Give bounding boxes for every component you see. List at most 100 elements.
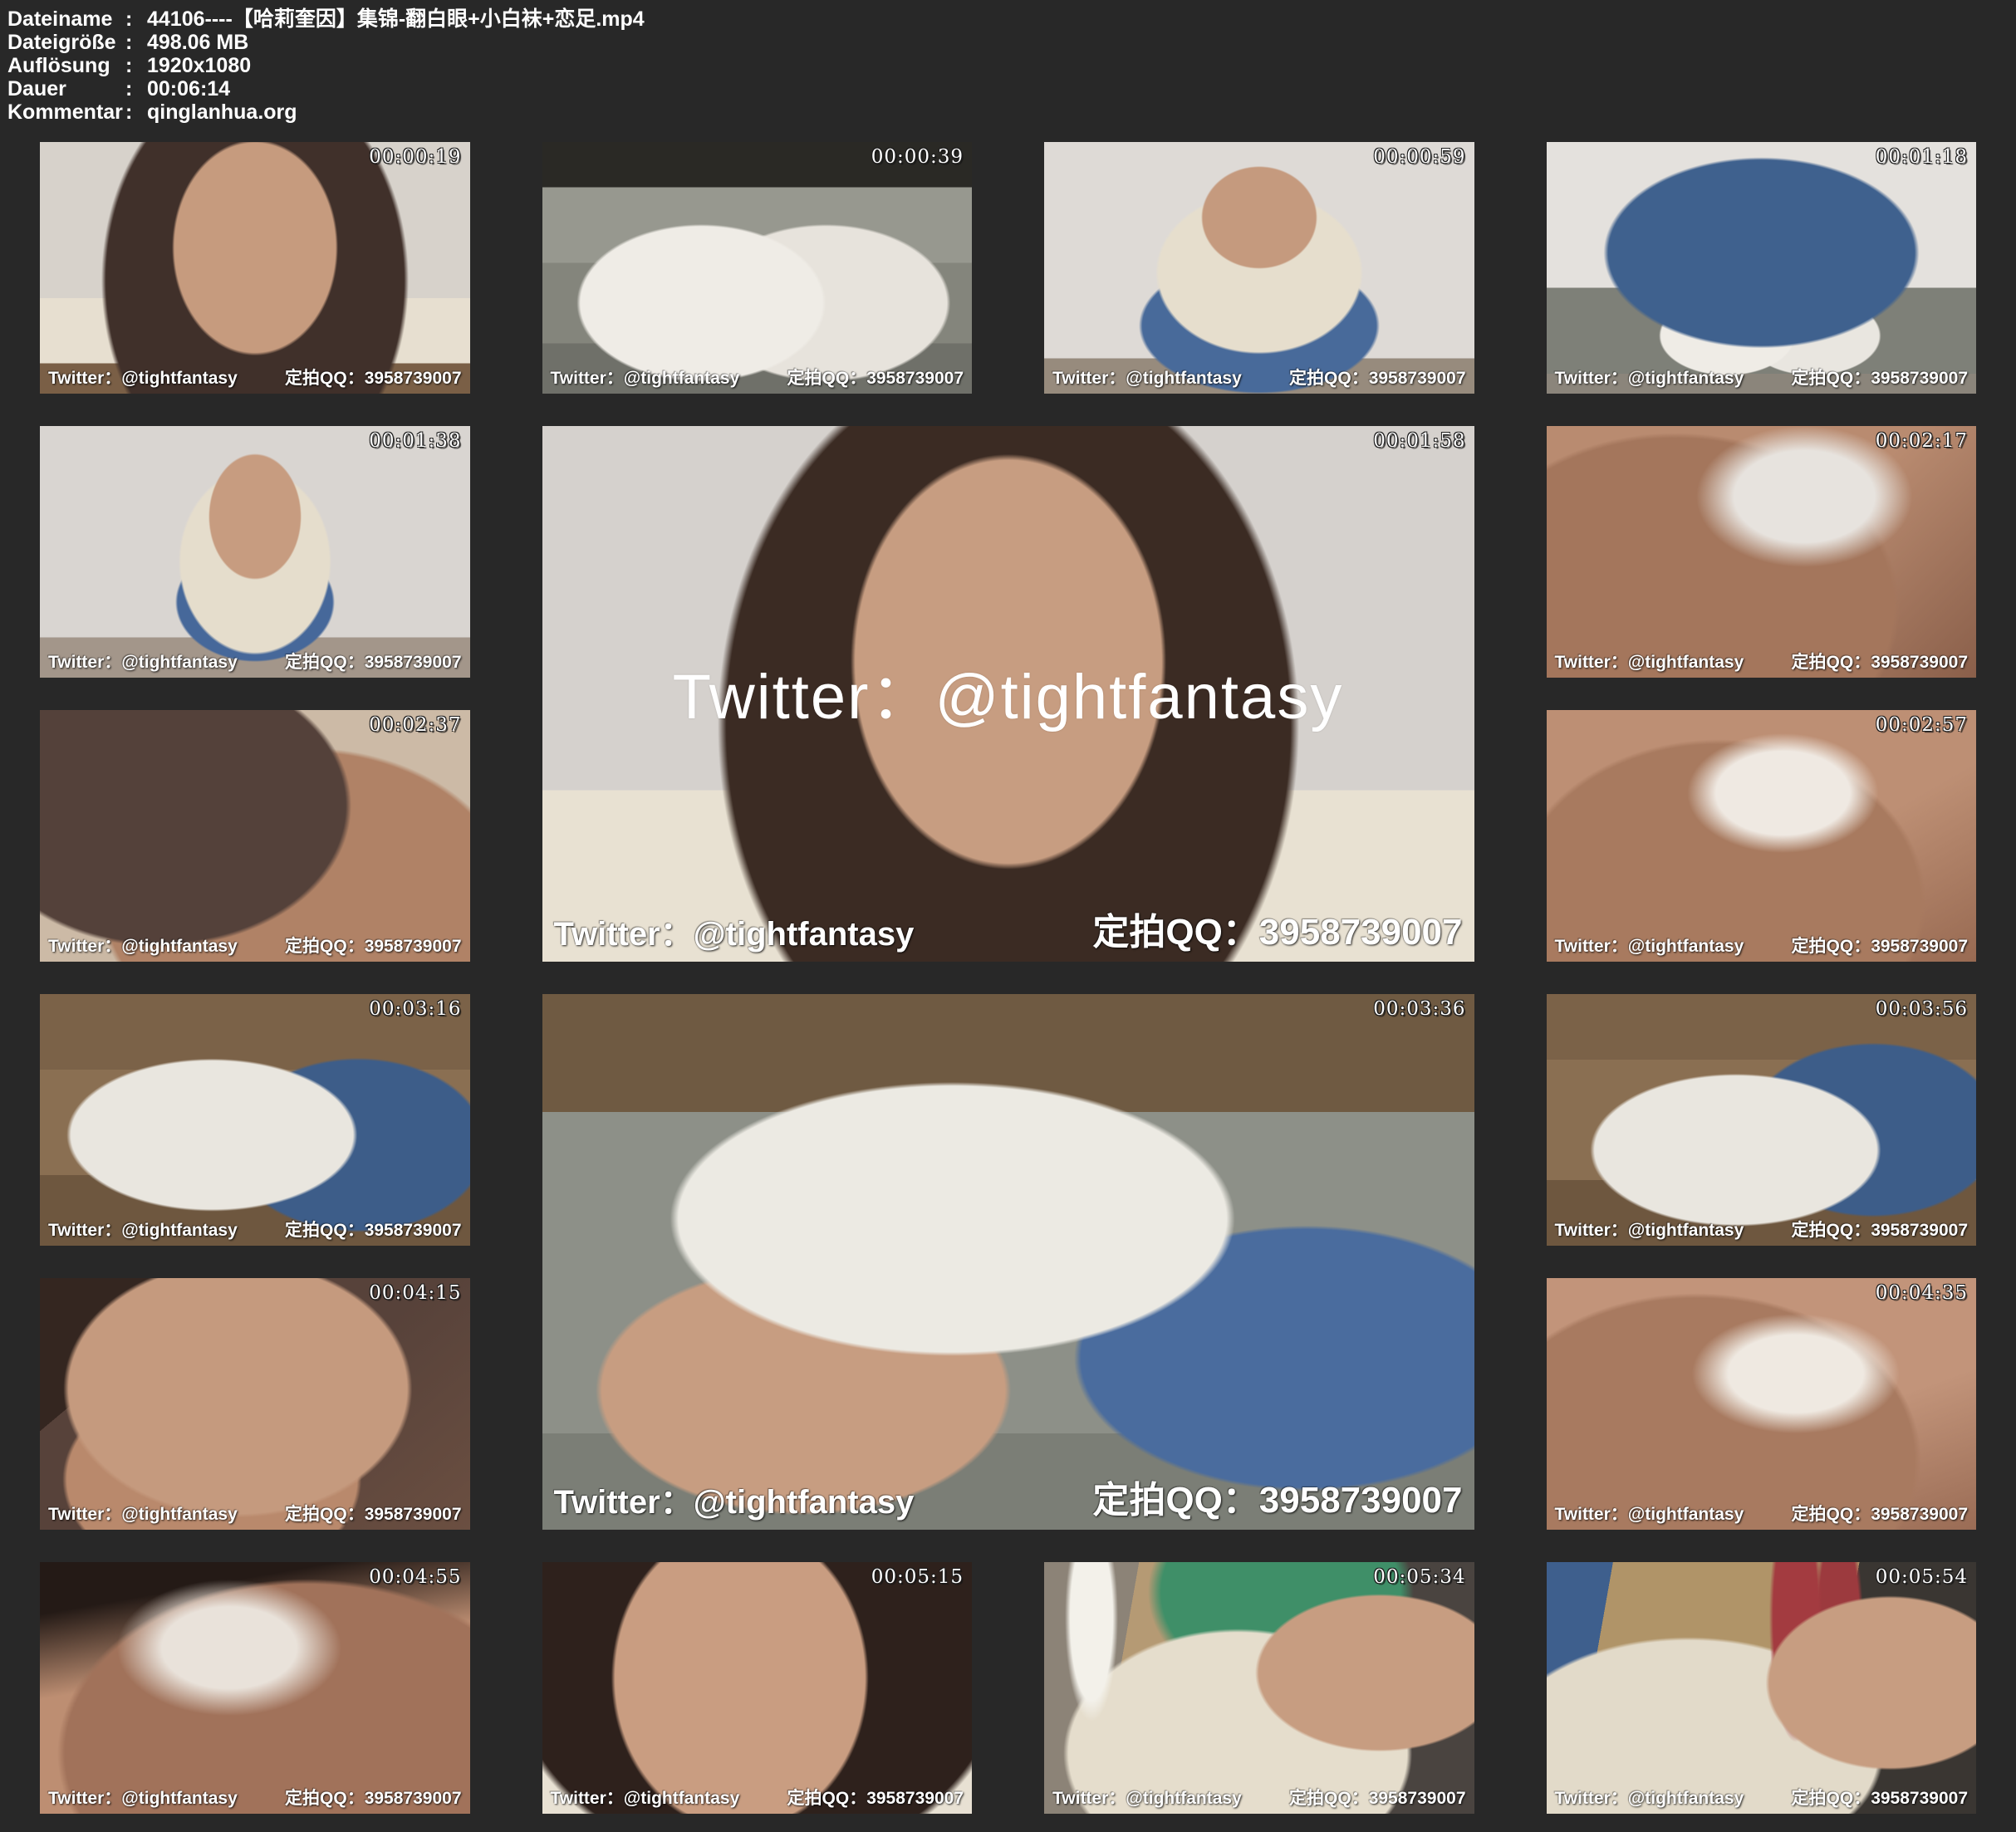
qq-watermark: 定拍QQ：3958739007 [285, 649, 461, 674]
qq-watermark: 定拍QQ：3958739007 [1792, 1785, 1968, 1810]
filesize-value: 498.06 MB [147, 31, 2016, 54]
video-frame-thumbnail: 00:03:56 Twitter：@tightfantasy 定拍QQ：3958… [1547, 994, 1977, 1246]
twitter-watermark: Twitter：@tightfantasy [1052, 1785, 1242, 1810]
frame-timestamp: 00:01:38 [369, 430, 461, 452]
frame-timestamp: 00:05:54 [1876, 1566, 1968, 1588]
video-frame-thumbnail: 00:02:37 Twitter：@tightfantasy 定拍QQ：3958… [40, 710, 470, 962]
twitter-watermark: Twitter：@tightfantasy [554, 907, 915, 955]
video-frame-thumbnail: 00:04:35 Twitter：@tightfantasy 定拍QQ：3958… [1547, 1278, 1977, 1530]
twitter-watermark: Twitter：@tightfantasy [48, 933, 238, 958]
meta-colon: : [125, 31, 147, 54]
watermark-bar: Twitter：@tightfantasy 定拍QQ：3958739007 [48, 1785, 462, 1810]
watermark-bar: Twitter：@tightfantasy 定拍QQ：3958739007 [1555, 1785, 1969, 1810]
qq-watermark: 定拍QQ：3958739007 [1289, 1785, 1465, 1810]
watermark-bar: Twitter：@tightfantasy 定拍QQ：3958739007 [1555, 933, 1969, 958]
meta-row-dateiname: Dateiname : 44106----【哈莉奎因】集锦-翻白眼+小白袜+恋足… [7, 7, 2016, 31]
video-frame-thumbnail: 00:02:17 Twitter：@tightfantasy 定拍QQ：3958… [1547, 426, 1977, 678]
meta-row-kommentar: Kommentar : qinglanhua.org [7, 100, 2016, 124]
video-frame-thumbnail-large: 00:01:58 Twitter：@tightfantasy Twitter：@… [542, 426, 1474, 962]
frame-timestamp: 00:00:59 [1373, 146, 1465, 168]
qq-watermark: 定拍QQ：3958739007 [285, 1501, 461, 1526]
video-frame-thumbnail: 00:00:59 Twitter：@tightfantasy 定拍QQ：3958… [1044, 142, 1474, 394]
video-frame-thumbnail: 00:00:19 Twitter：@tightfantasy 定拍QQ：3958… [40, 142, 470, 394]
watermark-bar: Twitter：@tightfantasy 定拍QQ：3958739007 [1555, 649, 1969, 674]
frame-timestamp: 00:00:19 [369, 146, 461, 168]
watermark-bar: Twitter：@tightfantasy 定拍QQ：3958739007 [1555, 1217, 1969, 1242]
meta-row-dateigroesse: Dateigröße : 498.06 MB [7, 31, 2016, 54]
qq-watermark: 定拍QQ：3958739007 [1092, 1470, 1462, 1523]
frame-timestamp: 00:03:56 [1876, 998, 1968, 1020]
qq-watermark: 定拍QQ：3958739007 [285, 933, 461, 958]
watermark-bar: Twitter：@tightfantasy 定拍QQ：3958739007 [48, 1217, 462, 1242]
qq-watermark: 定拍QQ：3958739007 [285, 1785, 461, 1810]
twitter-watermark: Twitter：@tightfantasy [1555, 649, 1744, 674]
filename-value: 44106----【哈莉奎因】集锦-翻白眼+小白袜+恋足.mp4 [147, 7, 2016, 31]
video-frame-thumbnail: 00:04:55 Twitter：@tightfantasy 定拍QQ：3958… [40, 1562, 470, 1814]
qq-watermark: 定拍QQ：3958739007 [1792, 649, 1968, 674]
frame-timestamp: 00:01:18 [1876, 146, 1968, 168]
frame-timestamp: 00:04:15 [369, 1282, 461, 1304]
watermark-bar: Twitter：@tightfantasy 定拍QQ：3958739007 [48, 365, 462, 389]
video-frame-thumbnail: 00:00:39 Twitter：@tightfantasy 定拍QQ：3958… [542, 142, 973, 394]
twitter-watermark: Twitter：@tightfantasy [48, 1501, 238, 1526]
qq-watermark: 定拍QQ：3958739007 [1092, 902, 1462, 955]
watermark-bar: Twitter：@tightfantasy 定拍QQ：3958739007 [1052, 365, 1466, 389]
twitter-watermark: Twitter：@tightfantasy [48, 1217, 238, 1242]
qq-watermark: 定拍QQ：3958739007 [787, 365, 964, 389]
meta-row-aufloesung: Auflösung : 1920x1080 [7, 54, 2016, 77]
qq-watermark: 定拍QQ：3958739007 [1792, 1501, 1968, 1526]
video-frame-thumbnail-large: 00:03:36 Twitter：@tightfantasy 定拍QQ：3958… [542, 994, 1474, 1530]
meta-colon: : [125, 7, 147, 31]
twitter-watermark-large: Twitter：@tightfantasy [542, 645, 1474, 737]
twitter-watermark: Twitter：@tightfantasy [551, 1785, 740, 1810]
watermark-bar: Twitter：@tightfantasy 定拍QQ：3958739007 [48, 1501, 462, 1526]
frame-timestamp: 00:01:58 [1373, 430, 1465, 452]
video-frame-thumbnail: 00:05:54 Twitter：@tightfantasy 定拍QQ：3958… [1547, 1562, 1977, 1814]
qq-watermark: 定拍QQ：3958739007 [1792, 933, 1968, 958]
twitter-watermark: Twitter：@tightfantasy [1555, 933, 1744, 958]
meta-colon: : [125, 54, 147, 77]
twitter-watermark: Twitter：@tightfantasy [1555, 365, 1744, 389]
meta-label: Dateigröße [7, 31, 125, 54]
meta-label: Kommentar [7, 100, 125, 124]
twitter-watermark: Twitter：@tightfantasy [48, 649, 238, 674]
watermark-bar: Twitter：@tightfantasy 定拍QQ：3958739007 [551, 365, 964, 389]
watermark-bar: Twitter：@tightfantasy 定拍QQ：3958739007 [1052, 1785, 1466, 1810]
frame-timestamp: 00:02:57 [1876, 714, 1968, 736]
watermark-bar: Twitter：@tightfantasy 定拍QQ：3958739007 [551, 1785, 964, 1810]
meta-row-dauer: Dauer : 00:06:14 [7, 77, 2016, 100]
frame-timestamp: 00:03:36 [1373, 998, 1465, 1020]
watermark-bar: Twitter：@tightfantasy 定拍QQ：3958739007 [554, 902, 1463, 955]
frame-timestamp: 00:02:37 [369, 714, 461, 736]
twitter-watermark: Twitter：@tightfantasy [554, 1475, 915, 1523]
twitter-watermark: Twitter：@tightfantasy [48, 365, 238, 389]
frame-timestamp: 00:05:34 [1373, 1566, 1465, 1588]
video-frame-thumbnail: 00:01:18 Twitter：@tightfantasy 定拍QQ：3958… [1547, 142, 1977, 394]
frame-timestamp: 00:04:35 [1876, 1282, 1968, 1304]
meta-label: Auflösung [7, 54, 125, 77]
meta-label: Dauer [7, 77, 125, 100]
frame-timestamp: 00:04:55 [369, 1566, 461, 1588]
watermark-bar: Twitter：@tightfantasy 定拍QQ：3958739007 [1555, 365, 1969, 389]
qq-watermark: 定拍QQ：3958739007 [787, 1785, 964, 1810]
file-metadata-header: Dateiname : 44106----【哈莉奎因】集锦-翻白眼+小白袜+恋足… [0, 0, 2016, 124]
twitter-watermark: Twitter：@tightfantasy [1555, 1501, 1744, 1526]
qq-watermark: 定拍QQ：3958739007 [285, 365, 461, 389]
watermark-bar: Twitter：@tightfantasy 定拍QQ：3958739007 [554, 1470, 1463, 1523]
video-frame-thumbnail: 00:05:15 Twitter：@tightfantasy 定拍QQ：3958… [542, 1562, 973, 1814]
qq-watermark: 定拍QQ：3958739007 [1289, 365, 1465, 389]
duration-value: 00:06:14 [147, 77, 2016, 100]
video-frame-thumbnail: 00:05:34 Twitter：@tightfantasy 定拍QQ：3958… [1044, 1562, 1474, 1814]
meta-colon: : [125, 77, 147, 100]
watermark-bar: Twitter：@tightfantasy 定拍QQ：3958739007 [48, 649, 462, 674]
meta-label: Dateiname [7, 7, 125, 31]
frame-timestamp: 00:05:15 [871, 1566, 964, 1588]
comment-value: qinglanhua.org [147, 100, 2016, 124]
resolution-value: 1920x1080 [147, 54, 2016, 77]
twitter-watermark: Twitter：@tightfantasy [1555, 1785, 1744, 1810]
video-frame-thumbnail: 00:04:15 Twitter：@tightfantasy 定拍QQ：3958… [40, 1278, 470, 1530]
qq-watermark: 定拍QQ：3958739007 [285, 1217, 461, 1242]
thumbnail-grid: 00:00:19 Twitter：@tightfantasy 定拍QQ：3958… [7, 129, 2009, 1827]
frame-timestamp: 00:02:17 [1876, 430, 1968, 452]
qq-watermark: 定拍QQ：3958739007 [1792, 1217, 1968, 1242]
